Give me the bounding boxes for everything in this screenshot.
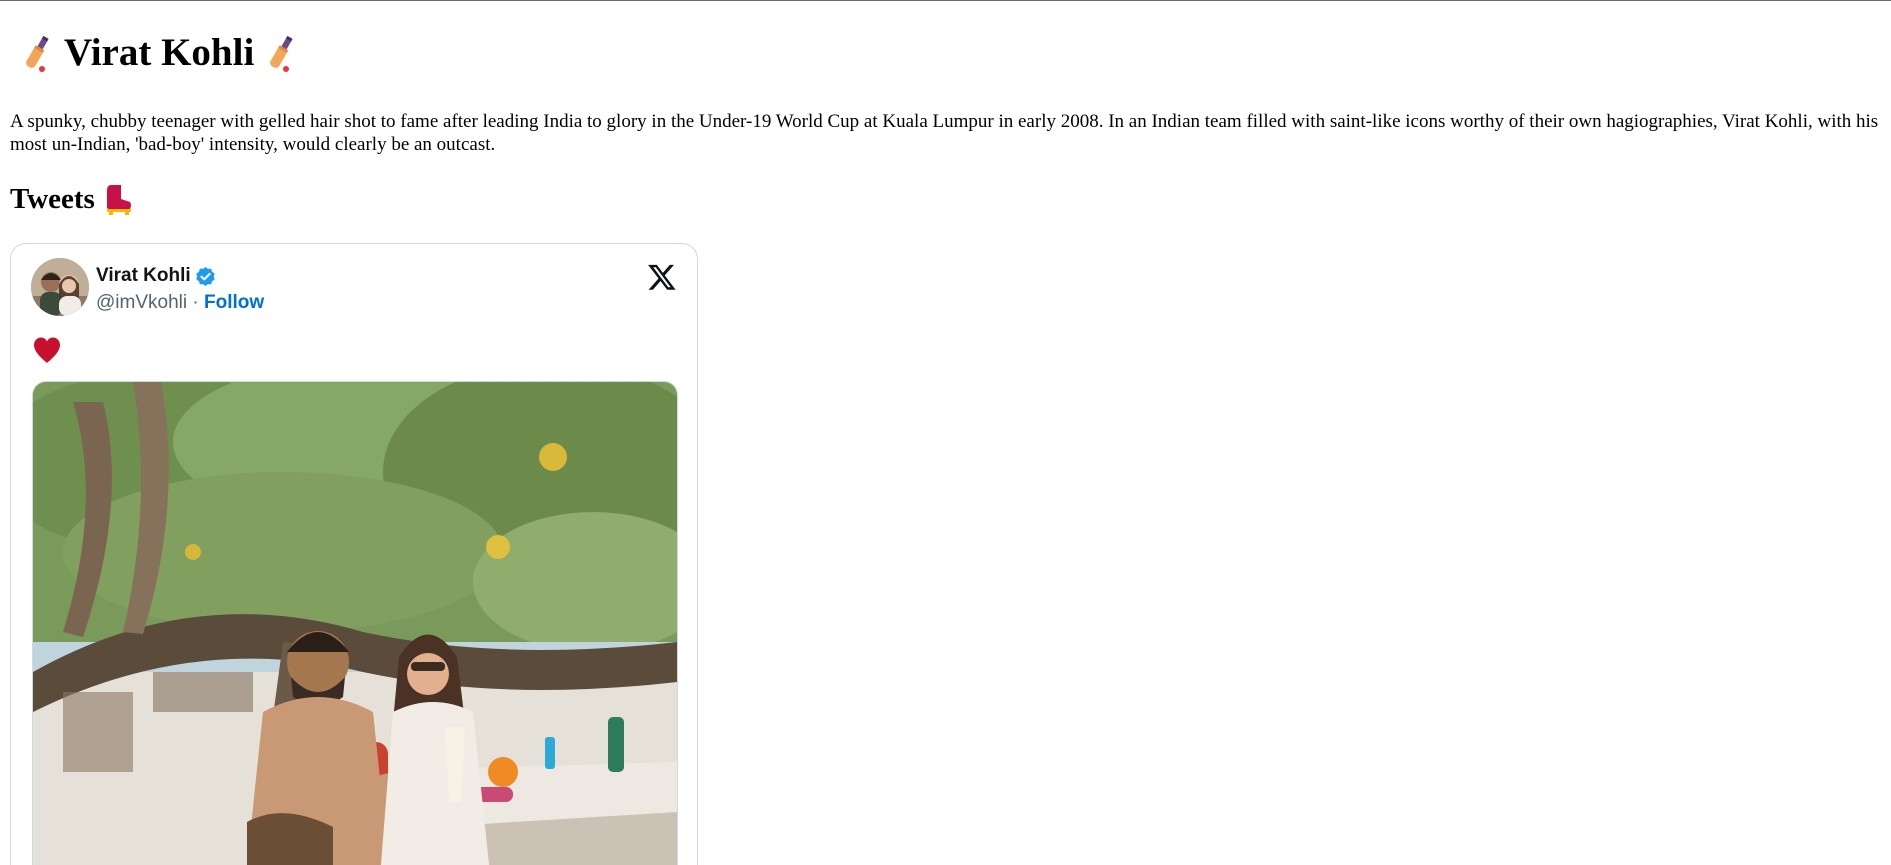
- verified-badge-icon: [195, 266, 216, 287]
- tweet-photo[interactable]: [32, 381, 678, 865]
- separator: ·: [192, 292, 199, 313]
- top-border: [0, 0, 1891, 1]
- avatar[interactable]: [31, 258, 89, 316]
- follow-link[interactable]: Follow: [204, 292, 264, 313]
- title-text: Virat Kohli: [64, 31, 255, 74]
- author-info: Virat Kohli @imVkohli · Follow: [96, 265, 264, 314]
- intro-paragraph: A spunky, chubby teenager with gelled ha…: [10, 111, 1879, 155]
- x-logo-icon[interactable]: [647, 262, 677, 292]
- red-heart-icon: [31, 334, 63, 366]
- tweet-card[interactable]: Virat Kohli @imVkohli · Follow: [10, 243, 698, 865]
- boot-icon: [103, 183, 133, 215]
- tweet-header: Virat Kohli @imVkohli · Follow: [31, 258, 677, 318]
- author-name-row: Virat Kohli: [96, 265, 264, 287]
- section-title-text: Tweets: [10, 183, 95, 215]
- cricket-bat-icon: [266, 33, 296, 73]
- handle-row: @imVkohli · Follow: [96, 292, 264, 314]
- cricket-bat-icon: [22, 33, 52, 73]
- author-handle[interactable]: @imVkohli: [96, 292, 187, 313]
- section-title-tweets: Tweets: [10, 181, 133, 217]
- page-title: Virat Kohli: [22, 30, 296, 76]
- author-name[interactable]: Virat Kohli: [96, 265, 191, 287]
